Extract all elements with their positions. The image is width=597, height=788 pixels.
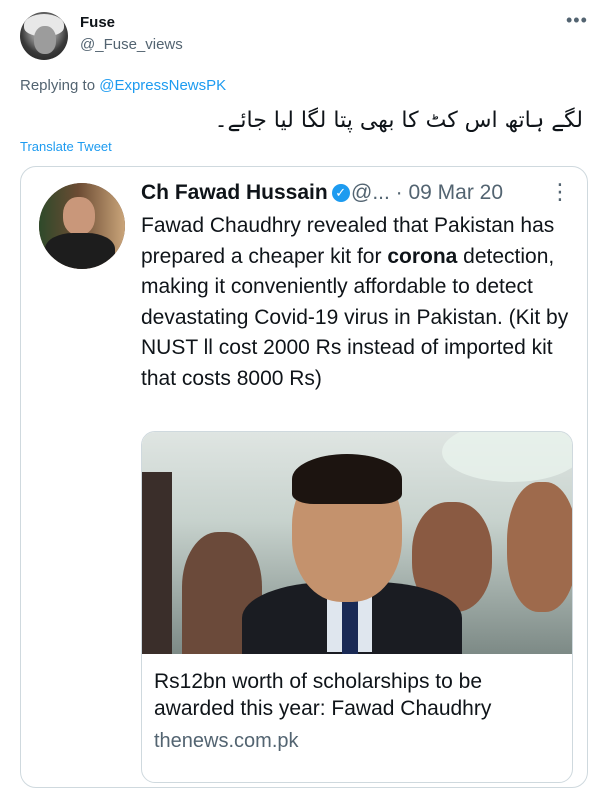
photo-person xyxy=(507,482,572,612)
quoted-text-bold: corona xyxy=(387,244,458,268)
tweet-header: Fuse @_Fuse_views ••• xyxy=(0,0,597,70)
photo-banner xyxy=(442,432,572,482)
replying-to: Replying to @ExpressNewsPK xyxy=(20,77,226,94)
avatar-face xyxy=(63,197,95,235)
link-preview-domain: thenews.com.pk xyxy=(154,730,299,752)
tweet-text: لگے ہاتھ اس کٹ کا بھی پتا لگا لیا جائے۔ xyxy=(214,108,583,133)
quoted-more-icon[interactable]: ⋮ xyxy=(549,179,571,205)
link-preview-title: Rs12bn worth of scholarships to be award… xyxy=(154,670,492,720)
photo-speaker-hair xyxy=(292,454,402,504)
quoted-author-name[interactable]: Ch Fawad Hussain ✓ xyxy=(141,181,350,205)
link-preview-image xyxy=(142,432,572,654)
verified-badge-icon: ✓ xyxy=(331,184,350,203)
quoted-tweet-text: Fawad Chaudhry revealed that Pakistan ha… xyxy=(141,211,571,394)
author-name[interactable]: Fuse xyxy=(80,14,115,31)
author-avatar[interactable] xyxy=(20,12,68,60)
translate-tweet-link[interactable]: Translate Tweet xyxy=(20,139,112,154)
quoted-handle-date[interactable]: @... · 09 Mar 20 xyxy=(351,181,503,205)
quoted-author-name-text: Ch Fawad Hussain xyxy=(141,181,328,204)
author-handle[interactable]: @_Fuse_views xyxy=(80,36,183,53)
photo-person xyxy=(142,472,172,654)
replying-prefix: Replying to xyxy=(20,77,100,94)
avatar-suit xyxy=(45,233,115,269)
link-preview-card[interactable]: Rs12bn worth of scholarships to be award… xyxy=(141,431,573,783)
quoted-author-avatar[interactable] xyxy=(39,183,125,269)
avatar-face xyxy=(34,26,56,54)
reply-mention-link[interactable]: @ExpressNewsPK xyxy=(99,77,226,94)
quoted-tweet-card[interactable]: Ch Fawad Hussain ✓ @... · 09 Mar 20 ⋮ Faw… xyxy=(20,166,588,788)
more-options-icon[interactable]: ••• xyxy=(566,10,588,31)
